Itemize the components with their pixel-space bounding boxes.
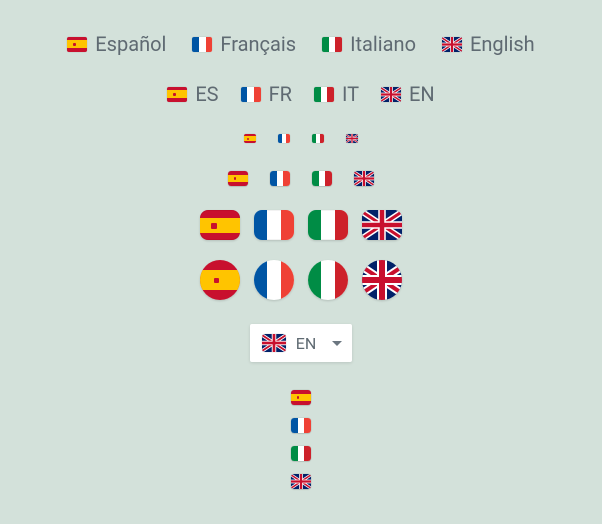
- flag-xs-row: [244, 134, 358, 143]
- uk-flag-icon: [381, 87, 401, 102]
- lang-code-fr[interactable]: FR: [241, 82, 292, 106]
- france-flag-icon: [192, 37, 212, 52]
- spain-flag-icon[interactable]: [291, 390, 311, 405]
- france-flag-icon: [241, 87, 261, 102]
- france-flag-icon[interactable]: [291, 418, 311, 433]
- lang-code-es[interactable]: ES: [167, 82, 218, 106]
- flag-circle-row: [200, 260, 402, 300]
- uk-flag-icon: [442, 37, 462, 52]
- dropdown-selected-code: EN: [296, 334, 317, 353]
- language-dropdown[interactable]: EN: [250, 324, 353, 362]
- spain-flag-icon[interactable]: [200, 210, 240, 240]
- lang-option-fr[interactable]: Français: [192, 32, 296, 56]
- uk-flag-icon[interactable]: [362, 260, 402, 300]
- lang-option-it[interactable]: Italiano: [322, 32, 416, 56]
- lang-code: ES: [195, 82, 218, 106]
- uk-flag-icon[interactable]: [354, 171, 374, 186]
- language-code-row: ES FR IT EN: [167, 82, 434, 106]
- lang-code-en[interactable]: EN: [381, 82, 435, 106]
- lang-code-it[interactable]: IT: [314, 82, 359, 106]
- language-label-row: Español Français Italiano English: [67, 32, 534, 56]
- spain-flag-icon[interactable]: [244, 134, 256, 143]
- italy-flag-icon[interactable]: [312, 171, 332, 186]
- lang-label: English: [470, 32, 535, 56]
- lang-option-en[interactable]: English: [442, 32, 535, 56]
- uk-flag-icon: [262, 334, 286, 352]
- uk-flag-icon[interactable]: [362, 210, 402, 240]
- italy-flag-icon: [314, 87, 334, 102]
- spain-flag-icon[interactable]: [200, 260, 240, 300]
- italy-flag-icon[interactable]: [308, 260, 348, 300]
- italy-flag-icon[interactable]: [312, 134, 324, 143]
- france-flag-icon[interactable]: [270, 171, 290, 186]
- spain-flag-icon[interactable]: [228, 171, 248, 186]
- italy-flag-icon[interactable]: [291, 446, 311, 461]
- france-flag-icon[interactable]: [254, 210, 294, 240]
- chevron-down-icon: [332, 341, 342, 346]
- uk-flag-icon[interactable]: [291, 474, 311, 489]
- uk-flag-icon[interactable]: [346, 134, 358, 143]
- flag-sm-row: [228, 171, 374, 186]
- lang-label: Français: [220, 32, 296, 56]
- france-flag-icon[interactable]: [254, 260, 294, 300]
- france-flag-icon[interactable]: [278, 134, 290, 143]
- lang-label: Español: [95, 32, 166, 56]
- flag-vertical-list: [291, 390, 311, 489]
- lang-code: FR: [269, 82, 292, 106]
- lang-label: Italiano: [350, 32, 416, 56]
- italy-flag-icon: [322, 37, 342, 52]
- lang-option-es[interactable]: Español: [67, 32, 166, 56]
- spain-flag-icon: [67, 37, 87, 52]
- lang-code: EN: [409, 82, 435, 106]
- spain-flag-icon: [167, 87, 187, 102]
- flag-lg-row: [200, 210, 402, 240]
- lang-code: IT: [342, 82, 359, 106]
- italy-flag-icon[interactable]: [308, 210, 348, 240]
